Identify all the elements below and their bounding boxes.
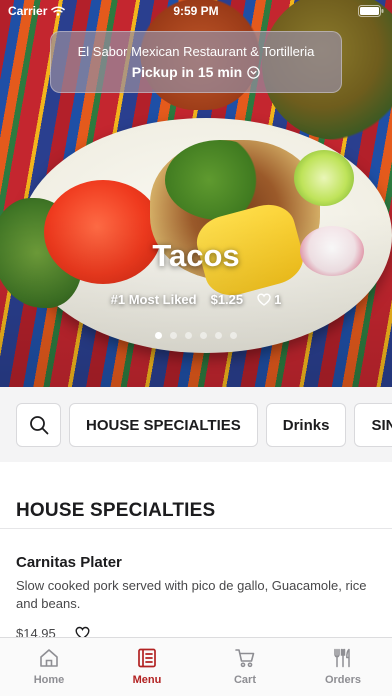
heart-icon: [257, 293, 271, 306]
status-bar: Carrier 9:59 PM: [0, 0, 392, 22]
category-house-specialties[interactable]: HOUSE SPECIALTIES: [69, 403, 258, 447]
carousel-dot[interactable]: [230, 332, 237, 339]
featured-item-meta: #1 Most Liked $1.25 1: [0, 292, 392, 307]
tab-menu[interactable]: Menu: [98, 638, 196, 696]
tab-cart[interactable]: Cart: [196, 638, 294, 696]
category-row: HOUSE SPECIALTIES Drinks SINGLE ITEMS: [16, 403, 392, 447]
tab-home[interactable]: Home: [0, 638, 98, 696]
tab-orders[interactable]: Orders: [294, 638, 392, 696]
section-title: HOUSE SPECIALTIES: [16, 500, 216, 521]
featured-price: $1.25: [210, 292, 244, 307]
carousel-dot[interactable]: [215, 332, 222, 339]
status-right: [358, 5, 384, 17]
carousel-dot[interactable]: [200, 332, 207, 339]
search-button[interactable]: [16, 403, 61, 447]
featured-likes-count: 1: [274, 292, 282, 307]
orders-icon: [334, 648, 350, 668]
carousel-dot[interactable]: [185, 332, 192, 339]
category-single-items[interactable]: SINGLE ITEMS: [354, 403, 392, 447]
featured-likes[interactable]: 1: [257, 292, 281, 307]
battery-icon: [358, 5, 384, 17]
menu-item-description: Slow cooked pork served with pico de gal…: [16, 578, 367, 611]
cart-icon: [235, 649, 255, 668]
restaurant-banner[interactable]: El Sabor Mexican Restaurant & Tortilleri…: [50, 31, 342, 93]
tab-bar: Home Menu Cart Orders: [0, 637, 392, 696]
carousel-dot[interactable]: [170, 332, 177, 339]
pickup-label: Pickup in 15 min: [131, 64, 243, 80]
tab-home-label: Home: [33, 674, 65, 686]
category-drinks[interactable]: Drinks: [265, 403, 347, 447]
featured-rank: #1 Most Liked: [110, 292, 197, 307]
pickup-selector[interactable]: Pickup in 15 min: [51, 64, 341, 80]
menu-item-name: Carnitas Plater: [16, 554, 122, 571]
restaurant-name: El Sabor Mexican Restaurant & Tortilleri…: [77, 44, 315, 59]
menu-item[interactable]: Carnitas Plater Slow cooked pork served …: [0, 529, 392, 641]
carousel-dot[interactable]: [155, 332, 162, 339]
tab-cart-label: Cart: [233, 674, 256, 686]
tab-orders-label: Orders: [324, 674, 362, 686]
chevron-down-circle-icon: [247, 65, 260, 79]
featured-item-title: Tacos: [152, 238, 240, 273]
tab-menu-label: Menu: [132, 674, 162, 686]
search-icon: [29, 416, 48, 435]
status-time: 9:59 PM: [173, 4, 219, 18]
menu-icon: [138, 648, 156, 668]
home-icon: [40, 649, 58, 667]
carousel-page-indicator[interactable]: [0, 332, 392, 339]
category-bar: HOUSE SPECIALTIES Drinks SINGLE ITEMS: [0, 387, 392, 462]
